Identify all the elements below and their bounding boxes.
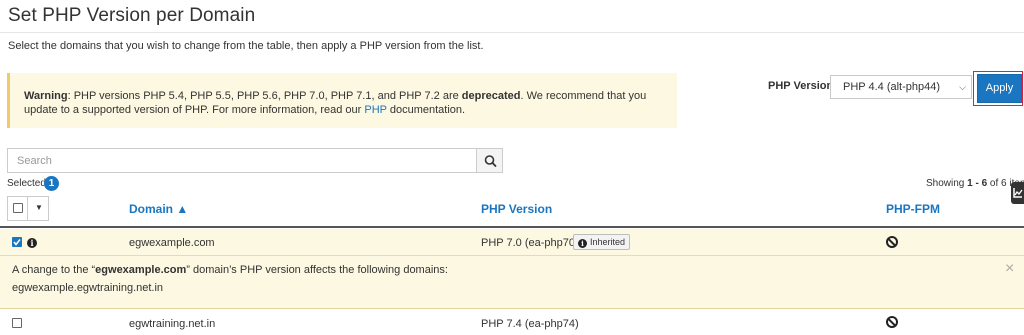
- affected-domains-note: A change to the “egwexample.com” domain’…: [0, 256, 1024, 309]
- deprecation-warning: Warning: PHP versions PHP 5.4, PHP 5.5, …: [7, 73, 677, 128]
- ban-icon: [886, 316, 898, 328]
- php-version-cell: PHP 7.0 (ea-php70): [481, 237, 579, 249]
- paging-summary: Showing 1 - 6 of 6 items: [926, 178, 1024, 189]
- page-title: Set PHP Version per Domain: [8, 5, 256, 26]
- warning-emphasis: deprecated: [461, 90, 521, 102]
- chevron-down-icon: ⌵: [959, 82, 966, 92]
- selected-count-badge: 1: [44, 176, 59, 191]
- inherited-badge-label: Inherited: [590, 237, 626, 247]
- close-icon[interactable]: ×: [1005, 260, 1014, 278]
- warning-text-3: documentation.: [386, 104, 466, 116]
- title-divider: [0, 32, 1024, 33]
- php-version-selected: PHP 4.4 (alt-php44): [843, 81, 941, 93]
- php-docs-link[interactable]: PHP: [364, 104, 386, 116]
- search-icon: [484, 155, 497, 167]
- search-input[interactable]: Search: [7, 148, 477, 173]
- affected-domain-item: egwexample.egwtraining.net.in: [12, 282, 164, 294]
- warning-text-1: : PHP versions PHP 5.4, PHP 5.5, PHP 5.6…: [67, 90, 462, 102]
- search-button[interactable]: [476, 148, 503, 173]
- row-checkbox[interactable]: [12, 318, 22, 328]
- table-row: egwtraining.net.in PHP 7.4 (ea-php74): [0, 310, 1024, 335]
- select-all-control[interactable]: ▼: [7, 196, 49, 221]
- apply-button[interactable]: Apply: [977, 74, 1022, 103]
- paging-prefix: Showing: [926, 178, 968, 189]
- php-version-label: PHP Version: [768, 80, 834, 92]
- domain-cell: egwtraining.net.in: [129, 318, 216, 330]
- affected-domains-message: A change to the “egwexample.com” domain’…: [12, 264, 448, 276]
- column-header-php-version[interactable]: PHP Version: [481, 202, 552, 216]
- paging-range: 1 - 6: [967, 178, 988, 189]
- info-icon: i: [578, 239, 587, 248]
- php-version-select[interactable]: PHP 4.4 (alt-php44) ⌵: [830, 75, 972, 99]
- domain-cell: egwexample.com: [129, 237, 215, 249]
- page-description: Select the domains that you wish to chan…: [8, 40, 484, 52]
- column-header-domain[interactable]: Domain ▲: [129, 202, 188, 216]
- column-header-php-fpm[interactable]: PHP-FPM: [886, 202, 940, 216]
- table-row: i egwexample.com PHP 7.0 (ea-php70) i Inh…: [0, 229, 1024, 256]
- selected-label: Selected: [7, 178, 46, 189]
- row-checkbox[interactable]: [12, 237, 22, 247]
- inherited-badge: i Inherited: [573, 234, 631, 250]
- php-version-cell: PHP 7.4 (ea-php74): [481, 318, 579, 330]
- select-all-checkbox[interactable]: [13, 203, 23, 213]
- note-prefix: A change to the “: [12, 264, 96, 276]
- ban-icon: [886, 236, 898, 248]
- warning-label: Warning: [24, 90, 68, 102]
- info-icon[interactable]: i: [27, 238, 37, 248]
- caret-down-icon[interactable]: ▼: [35, 203, 43, 212]
- select-all-divider: [27, 197, 28, 220]
- check-icon: [13, 239, 21, 246]
- note-domain: egwexample.com: [95, 264, 187, 276]
- note-suffix: ” domain’s PHP version affects the follo…: [186, 264, 448, 276]
